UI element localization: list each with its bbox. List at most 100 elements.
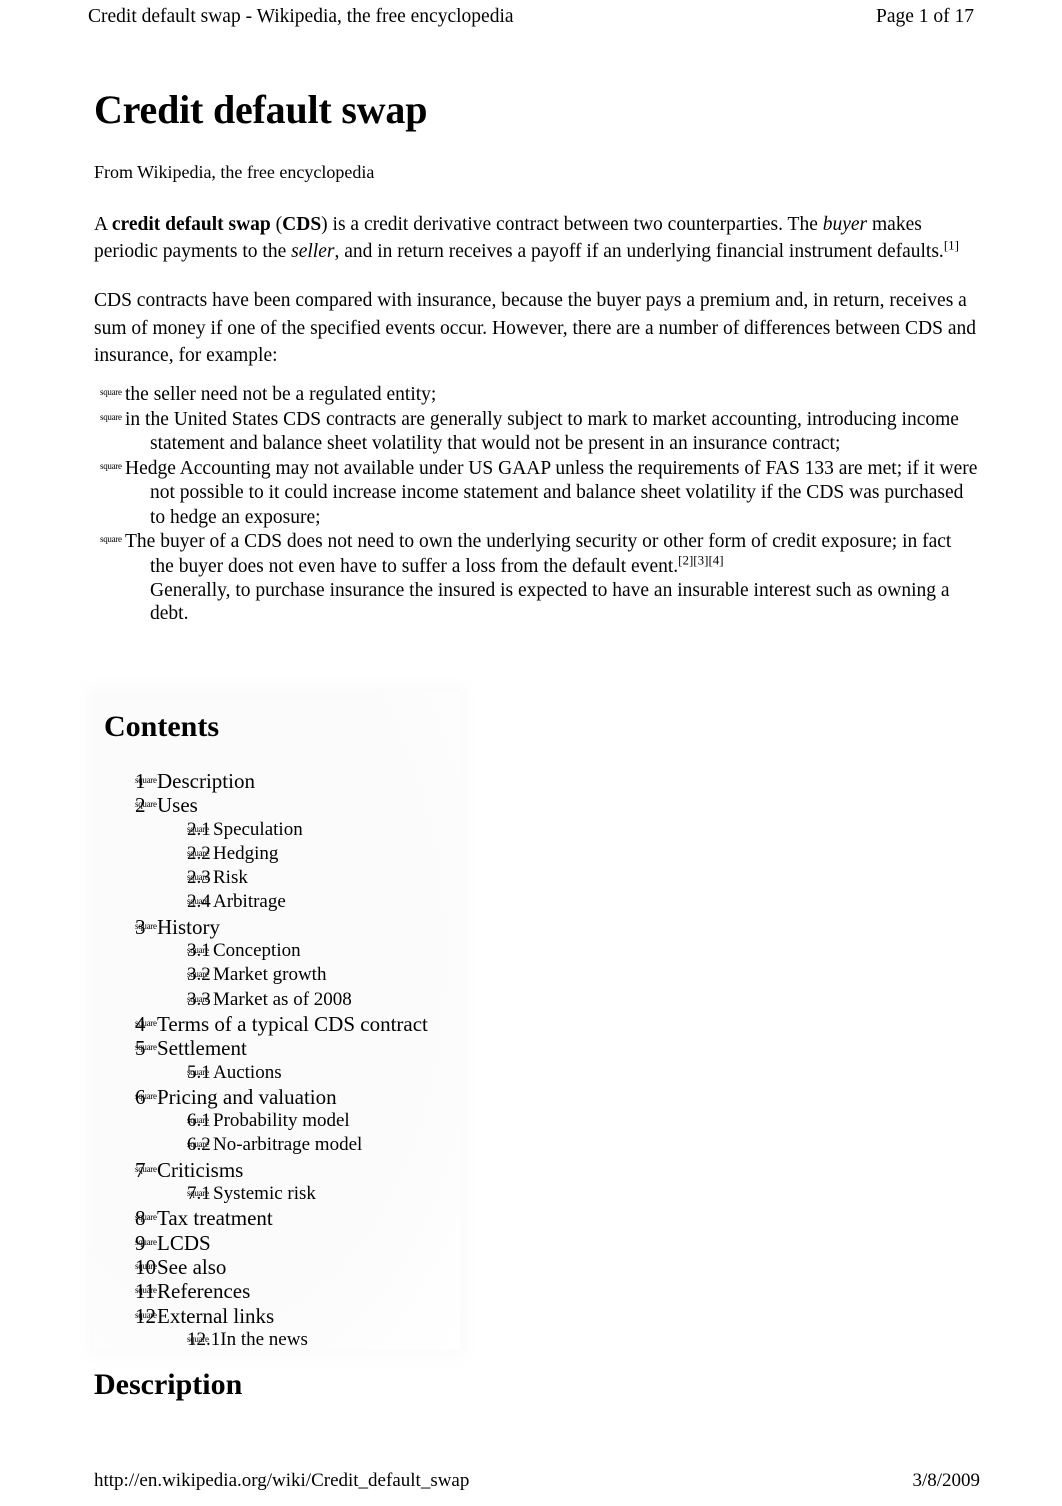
toc-item-conception[interactable]: square 3.1 Conception: [94, 939, 460, 963]
list-item: square in the United States CDS contracts…: [100, 408, 959, 455]
footer-url[interactable]: http://en.wikipedia.org/wiki/Credit_defa…: [94, 1470, 469, 1492]
list-item-continuation: Generally, to purchase insurance the ins…: [150, 580, 950, 625]
list-item: square the seller need not be a regulated…: [100, 384, 437, 406]
lead-bold-abbr: CDS: [282, 214, 322, 235]
toc-item-label: Hedging: [213, 842, 279, 864]
toc-item-label: Auctions: [213, 1061, 282, 1083]
toc-item-auctions[interactable]: square 5.1 Auctions: [94, 1061, 460, 1085]
lead-paragraph: A credit default swap (CDS) is a credit …: [94, 211, 980, 265]
article-source-line: From Wikipedia, the free encyclopedia: [94, 162, 375, 182]
square-bullet-icon: square: [187, 1188, 209, 1199]
toc-item-references[interactable]: square 11References: [94, 1279, 460, 1303]
footer-date: 3/8/2009: [912, 1470, 980, 1491]
square-bullet-icon: square: [187, 1333, 209, 1344]
square-bullet-icon: square: [135, 775, 157, 785]
toc-item-label: Pricing and valuation: [157, 1084, 337, 1109]
list-item: square The buyer of a CDS does not need t…: [94, 530, 980, 625]
square-bullet-icon: square: [187, 1066, 209, 1077]
list-item-text: the seller need not be a regulated entit…: [125, 384, 437, 406]
toc-item-in-the-news[interactable]: square 12.1In the news: [94, 1328, 460, 1352]
toc-item-market-growth[interactable]: square 3.2 Market growth: [94, 963, 460, 987]
square-bullet-icon: square: [187, 847, 209, 858]
toc-item-label: Description: [157, 769, 255, 793]
square-bullet-icon: square: [187, 993, 209, 1004]
lead-text-b: (: [270, 214, 283, 235]
lead-text-a: A: [94, 214, 112, 235]
toc-item-label: Speculation: [213, 818, 303, 840]
toc-item-probability-model[interactable]: square 6.1 Probability model: [94, 1109, 460, 1133]
toc-item-systemic-risk[interactable]: square 7.1 Systemic risk: [94, 1182, 460, 1206]
section-heading-description: Description: [94, 1368, 243, 1401]
citation-ref-1[interactable]: [1]: [944, 238, 959, 253]
square-bullet-icon: square: [187, 823, 209, 834]
square-bullet-icon: square: [135, 1163, 157, 1174]
toc-item-label: Market as of 2008: [213, 988, 352, 1010]
toc-item-label: Risk: [213, 867, 248, 889]
toc-item-label: In the news: [220, 1328, 308, 1350]
toc-item-risk[interactable]: square 2.3 Risk: [94, 866, 460, 890]
square-bullet-icon: square: [187, 872, 209, 883]
lead-italic-buyer: buyer: [822, 214, 868, 235]
toc-item-hedging[interactable]: square 2.2 Hedging: [94, 842, 460, 866]
lead-text-c: ) is a credit derivative contract betwee…: [321, 214, 823, 235]
square-bullet-icon: square: [135, 1260, 157, 1271]
toc-item-history[interactable]: square 3 History: [94, 915, 460, 939]
toc-item-speculation[interactable]: square 2.1 Speculation: [94, 818, 460, 842]
toc-item-lcds[interactable]: square 9 LCDS: [94, 1231, 460, 1255]
square-bullet-icon: square: [187, 969, 209, 980]
page-header: Credit default swap - Wikipedia, the fre…: [88, 6, 974, 28]
header-page-number: Page 1 of 17: [875, 6, 974, 27]
toc-item-label: Probability model: [213, 1110, 350, 1132]
list-item-text: Hedge Accounting may not available under…: [125, 457, 978, 528]
toc-item-tax-treatment[interactable]: square 8 Tax treatment: [94, 1206, 460, 1230]
toc-item-label: Arbitrage: [213, 891, 286, 913]
toc-item-label: Conception: [213, 940, 301, 962]
toc-item-label: Criticisms: [157, 1157, 244, 1182]
toc-inner: Contents square 1 Description square 2 Uses …: [94, 692, 460, 1352]
toc-item-criticisms[interactable]: square 7 Criticisms: [94, 1158, 460, 1182]
page-footer: http://en.wikipedia.org/wiki/Credit_defa…: [94, 1470, 980, 1492]
square-bullet-icon: square: [187, 1139, 209, 1150]
toc-item-settlement[interactable]: square 5 Settlement: [94, 1036, 460, 1060]
list-item: square Hedge Accounting may not available…: [100, 457, 978, 528]
toc-item-label: LCDS: [157, 1230, 211, 1255]
square-bullet-icon: square: [135, 1236, 157, 1247]
toc-item-label: Uses: [157, 793, 198, 818]
toc-item-pricing-and-valuation[interactable]: square 6 Pricing and valuation: [94, 1085, 460, 1109]
square-bullet-icon: square: [187, 1115, 209, 1126]
list-item-text: The buyer of a CDS does not need to own …: [125, 531, 952, 577]
toc-item-label: External links: [157, 1303, 275, 1328]
differences-bullet-list: square the seller need not be a regulated…: [94, 383, 980, 625]
toc-item-label: See also: [157, 1254, 227, 1279]
toc-item-see-also[interactable]: square 10See also: [94, 1255, 460, 1279]
table-of-contents-box: Contents square 1 Description square 2 Uses …: [94, 692, 460, 1350]
toc-item-uses[interactable]: square 2 Uses: [94, 793, 460, 817]
toc-item-label: Market growth: [213, 964, 327, 986]
toc-item-label: Settlement: [157, 1036, 247, 1061]
insurance-comparison-paragraph: CDS contracts have been compared with in…: [94, 290, 976, 366]
toc-item-description[interactable]: square 1 Description: [94, 769, 460, 793]
toc-list: square 1 Description square 2 Uses square 2.1…: [94, 769, 460, 1352]
square-bullet-icon: square: [135, 1309, 157, 1320]
square-bullet-icon: square: [135, 1285, 157, 1296]
toc-item-label: History: [157, 914, 220, 939]
toc-item-label: No-arbitrage model: [213, 1134, 363, 1156]
square-bullet-icon: square: [187, 945, 209, 956]
article-body: Credit default swap From Wikipedia, the …: [94, 88, 980, 625]
toc-item-market-as-of-2008[interactable]: square 3.3 Market as of 2008: [94, 988, 460, 1012]
lead-text-e: , and in return receives a payoff if an …: [334, 241, 944, 263]
citation-ref-234[interactable]: [2][3][4]: [678, 552, 723, 567]
toc-item-terms-of-typical-cds-contract[interactable]: square 4 Terms of a typical CDS contract: [94, 1012, 460, 1036]
square-bullet-icon: square: [135, 1090, 157, 1101]
toc-item-external-links[interactable]: square 12External links: [94, 1304, 460, 1328]
square-bullet-icon: square: [135, 799, 157, 810]
toc-item-label: Systemic risk: [213, 1183, 316, 1205]
square-bullet-icon: square: [135, 1212, 157, 1223]
square-bullet-icon: square: [135, 920, 157, 931]
toc-item-no-arbitrage-model[interactable]: square 6.2 No-arbitrage model: [94, 1133, 460, 1157]
square-bullet-icon: square: [135, 1042, 157, 1053]
list-item-text: in the United States CDS contracts are g…: [125, 408, 959, 455]
toc-item-label: Terms of a typical CDS contract: [157, 1011, 428, 1036]
toc-item-arbitrage[interactable]: square 2.4 Arbitrage: [94, 890, 460, 914]
square-bullet-icon: square: [187, 896, 209, 907]
